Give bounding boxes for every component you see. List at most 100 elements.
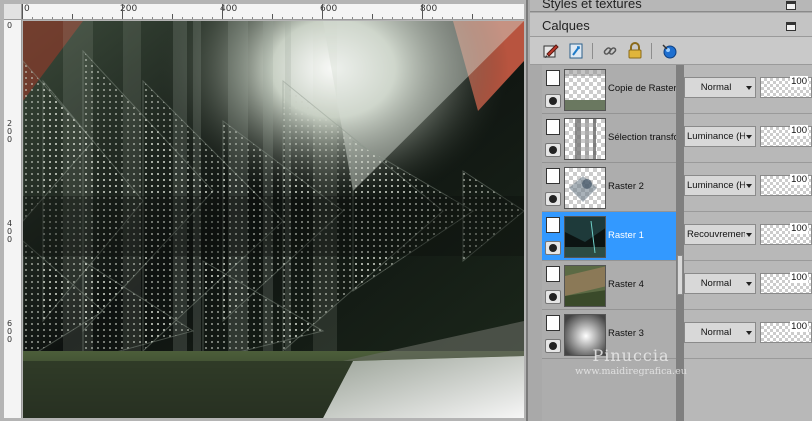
- layer-type-icon[interactable]: [546, 168, 560, 184]
- layer-thumbnail: [564, 216, 606, 258]
- new-raster-layer-icon[interactable]: [542, 42, 560, 60]
- layer-properties-row: Luminance (H) 100: [684, 114, 812, 163]
- blend-mode-select[interactable]: Luminance (H): [684, 126, 756, 147]
- chevron-down-icon: [746, 331, 752, 335]
- layers-minimize-button[interactable]: [786, 22, 796, 31]
- chevron-down-icon: [746, 282, 752, 286]
- layer-properties-row: Normal 100: [684, 65, 812, 114]
- eye-icon[interactable]: [545, 94, 561, 108]
- layer-type-icon[interactable]: [546, 217, 560, 233]
- layer-thumbnail: [564, 167, 606, 209]
- styles-panel-header: Styles et textures: [530, 0, 812, 12]
- blend-mode-select[interactable]: Recouvrement: [684, 224, 756, 245]
- ruler-top: 0 200 400 600 800: [22, 4, 524, 20]
- layer-row[interactable]: Sélection transfo: [542, 114, 676, 163]
- opacity-value: 100: [790, 125, 808, 136]
- opacity-value: 100: [790, 76, 808, 87]
- layer-properties-row: Normal 100: [684, 310, 812, 359]
- blend-mode-label: Recouvrement: [687, 229, 745, 240]
- layer-properties-row: Luminance (H) 100: [684, 163, 812, 212]
- watermark-url: www.maidiregrafica.eu: [575, 366, 687, 377]
- link-icon[interactable]: [601, 42, 619, 60]
- blend-mode-label: Luminance (H): [687, 180, 745, 191]
- blend-mode-label: Luminance (H): [687, 131, 745, 142]
- blend-mode-select[interactable]: Normal: [684, 322, 756, 343]
- chevron-down-icon: [746, 233, 752, 237]
- layer-name[interactable]: Copie de Raster: [608, 83, 676, 94]
- layer-type-icon[interactable]: [546, 70, 560, 86]
- blend-mode-label: Normal: [700, 82, 732, 93]
- layer-row[interactable]: Raster 4: [542, 261, 676, 310]
- watermark: Pinuccia www.maidiregrafica.eu: [566, 346, 696, 377]
- opacity-field[interactable]: 100: [760, 272, 812, 294]
- eye-icon[interactable]: [545, 143, 561, 157]
- blend-mode-label: Normal: [700, 278, 732, 289]
- eye-icon[interactable]: [545, 290, 561, 304]
- styles-panel-title: Styles et textures: [542, 0, 642, 11]
- layer-icons: [544, 266, 562, 306]
- opacity-value: 100: [790, 174, 808, 185]
- chevron-down-icon: [746, 184, 752, 188]
- ruler-left-label: 200: [7, 119, 13, 144]
- blend-mode-select[interactable]: Luminance (H): [684, 175, 756, 196]
- watermark-name: Pinuccia: [592, 346, 670, 365]
- ruler-left: 0 200 400 600: [4, 20, 22, 418]
- app-window: 0 200 400 600 800 0 200 400 600 Styles e…: [0, 0, 812, 421]
- layer-icons: [544, 70, 562, 110]
- ruler-left-label: 0: [7, 21, 13, 30]
- layer-thumbnail: [564, 265, 606, 307]
- layer-properties-row: Normal 100: [684, 261, 812, 310]
- layer-name[interactable]: Raster 2: [608, 181, 676, 192]
- ruler-corner: [4, 4, 22, 20]
- layer-icons: [544, 315, 562, 355]
- opacity-field[interactable]: 100: [760, 321, 812, 343]
- layer-icons: [544, 168, 562, 208]
- layer-name[interactable]: Sélection transfo: [608, 132, 676, 143]
- ruler-left-label: 400: [7, 219, 13, 244]
- layer-properties-row: Recouvrement 100: [684, 212, 812, 261]
- artwork-canvas[interactable]: [23, 21, 524, 418]
- layer-row[interactable]: Raster 2: [542, 163, 676, 212]
- opacity-value: 100: [790, 223, 808, 234]
- layers-toolbar: [530, 37, 812, 65]
- toolbar-separator: [592, 43, 593, 59]
- artwork-image: [23, 21, 524, 418]
- canvas-area: 0 200 400 600 800 0 200 400 600: [0, 0, 528, 421]
- layer-row-selected[interactable]: Raster 1: [542, 212, 676, 261]
- toolbar-separator: [651, 43, 652, 59]
- layer-properties: Normal 100 Luminance (H) 100 Luminance (…: [684, 65, 812, 421]
- layers-panel-header: Calques: [530, 13, 812, 37]
- blend-mode-select[interactable]: Normal: [684, 77, 756, 98]
- opacity-value: 100: [790, 272, 808, 283]
- splitter-handle[interactable]: [677, 255, 683, 295]
- opacity-field[interactable]: 100: [760, 174, 812, 196]
- new-vector-layer-icon[interactable]: [567, 42, 585, 60]
- layer-thumbnail: [564, 69, 606, 111]
- opacity-field[interactable]: 100: [760, 125, 812, 147]
- opacity-field[interactable]: 100: [760, 223, 812, 245]
- chevron-down-icon: [746, 86, 752, 90]
- layer-name[interactable]: Raster 1: [608, 230, 676, 241]
- layer-name[interactable]: Raster 4: [608, 279, 676, 290]
- lock-icon[interactable]: [626, 42, 644, 60]
- layer-icons: [544, 217, 562, 257]
- ruler-top-ticks: [22, 4, 513, 19]
- eye-icon[interactable]: [545, 339, 561, 353]
- eye-icon[interactable]: [545, 192, 561, 206]
- eye-icon[interactable]: [545, 241, 561, 255]
- layer-type-icon[interactable]: [546, 315, 560, 331]
- layer-row[interactable]: Copie de Raster: [542, 65, 676, 114]
- styles-minimize-button[interactable]: [786, 1, 796, 10]
- chevron-down-icon: [746, 135, 752, 139]
- ruler-left-label: 600: [7, 319, 13, 344]
- layer-icons: [544, 119, 562, 159]
- layer-type-icon[interactable]: [546, 119, 560, 135]
- layer-name[interactable]: Raster 3: [608, 328, 676, 339]
- layer-thumbnail: [564, 118, 606, 160]
- opacity-field[interactable]: 100: [760, 76, 812, 98]
- opacity-value: 100: [790, 321, 808, 332]
- blend-mode-label: Normal: [700, 327, 732, 338]
- layer-type-icon[interactable]: [546, 266, 560, 282]
- blend-mode-select[interactable]: Normal: [684, 273, 756, 294]
- mask-icon[interactable]: [660, 42, 678, 60]
